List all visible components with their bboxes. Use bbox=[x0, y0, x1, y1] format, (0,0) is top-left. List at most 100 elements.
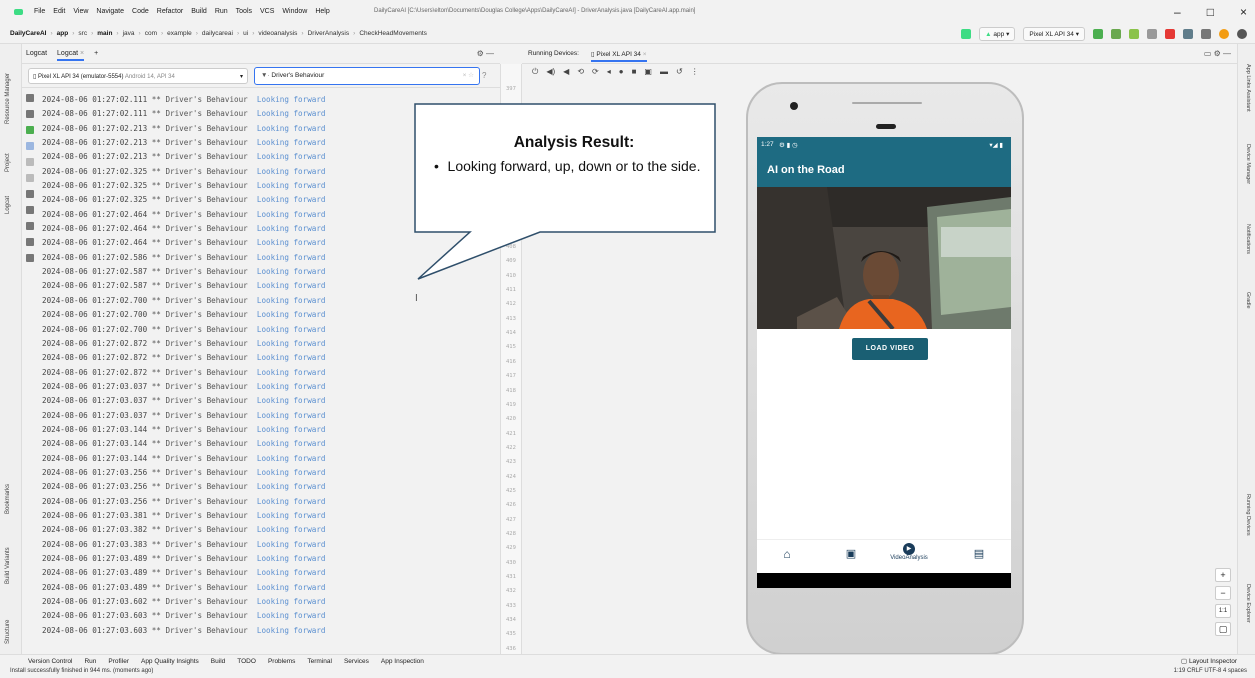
screenshot-icon[interactable] bbox=[26, 238, 34, 246]
nav-video-analysis[interactable]: ▶ VideoAnalysis bbox=[889, 543, 929, 561]
debug-icon[interactable] bbox=[1129, 29, 1139, 39]
breadcrumb-item[interactable]: app bbox=[57, 30, 69, 37]
close-icon[interactable]: × bbox=[1240, 5, 1247, 19]
tool-problems[interactable]: Problems bbox=[268, 658, 295, 665]
notification-icon[interactable] bbox=[1219, 29, 1229, 39]
record-screen-icon[interactable]: ▬ bbox=[660, 67, 668, 77]
rotate-right-icon[interactable]: ⟳ bbox=[592, 67, 599, 77]
menu-item-navigate[interactable]: Navigate bbox=[96, 8, 124, 15]
breadcrumb-item[interactable]: src bbox=[78, 30, 87, 37]
power-icon[interactable]: ⏻ bbox=[532, 67, 538, 77]
format-icon[interactable] bbox=[26, 206, 34, 214]
nav-gallery[interactable]: ▤ bbox=[959, 547, 999, 560]
breadcrumb-item[interactable]: dailycareai bbox=[202, 30, 233, 37]
tool-app-inspection[interactable]: App Inspection bbox=[381, 658, 424, 665]
run-config-select[interactable]: ▲ app ▾ bbox=[979, 27, 1016, 41]
delete-icon[interactable] bbox=[26, 94, 34, 102]
device-select-toolbar[interactable]: Pixel XL API 34 ▾ bbox=[1023, 27, 1085, 41]
record-icon[interactable] bbox=[26, 254, 34, 262]
fit-screen-icon[interactable]: ▢ bbox=[1215, 622, 1231, 636]
snapshot-icon[interactable]: ↺ bbox=[676, 67, 683, 77]
panel-options-icon[interactable]: ▭ ⚙ — bbox=[1204, 49, 1231, 58]
menu-item-refactor[interactable]: Refactor bbox=[157, 8, 183, 15]
device-manager-icon[interactable] bbox=[1183, 29, 1193, 39]
back-icon[interactable]: ◂ bbox=[607, 67, 611, 77]
notifications-tab[interactable]: Notifications bbox=[1245, 224, 1251, 254]
menu-item-vcs[interactable]: VCS bbox=[260, 8, 274, 15]
menu-item-edit[interactable]: Edit bbox=[53, 8, 65, 15]
overview-icon[interactable]: ■ bbox=[632, 67, 637, 77]
breadcrumb-item[interactable]: java bbox=[123, 30, 135, 37]
up-icon[interactable] bbox=[26, 158, 34, 166]
rotate-left-icon[interactable]: ⟲ bbox=[577, 67, 584, 77]
camera-icon[interactable]: ▣ bbox=[644, 67, 652, 77]
tool-version-control[interactable]: Version Control bbox=[28, 658, 72, 665]
tool-todo[interactable]: TODO bbox=[237, 658, 256, 665]
logcat-filter-input[interactable]: ▼· Driver's Behaviour × ☆ bbox=[254, 67, 480, 85]
breadcrumb-item[interactable]: videoanalysis bbox=[258, 30, 297, 37]
layout-inspector-button[interactable]: ▢ Layout Inspector bbox=[1181, 657, 1237, 665]
scroll-to-end-icon[interactable] bbox=[26, 142, 34, 150]
project-tab[interactable]: Project bbox=[5, 153, 11, 172]
resource-manager-tab[interactable]: Resource Manager bbox=[5, 73, 11, 124]
app-links-assistant-tab[interactable]: App Links Assistant bbox=[1245, 64, 1251, 112]
running-devices-side-tab[interactable]: Running Devices bbox=[1245, 494, 1251, 536]
logcat-side-tab[interactable]: Logcat bbox=[5, 196, 11, 214]
clear-filter-icon[interactable]: × ☆ bbox=[463, 71, 474, 79]
breadcrumb-item[interactable]: ui bbox=[243, 30, 248, 37]
breadcrumb-item[interactable]: com bbox=[145, 30, 157, 37]
maximize-icon[interactable]: □ bbox=[1207, 5, 1214, 19]
build-variants-tab[interactable]: Build Variants bbox=[5, 547, 11, 584]
more-icon[interactable]: ⋮ bbox=[691, 67, 699, 77]
menu-item-file[interactable]: File bbox=[34, 8, 45, 15]
profile-icon[interactable] bbox=[1147, 29, 1157, 39]
make-project-icon[interactable] bbox=[961, 29, 972, 39]
menu-item-help[interactable]: Help bbox=[315, 8, 329, 15]
help-icon[interactable]: ? bbox=[482, 71, 486, 80]
search-icon[interactable] bbox=[1201, 29, 1211, 39]
menu-item-window[interactable]: Window bbox=[282, 8, 307, 15]
menu-item-run[interactable]: Run bbox=[215, 8, 228, 15]
logcat-options-icon[interactable]: ⚙ — bbox=[477, 49, 494, 58]
soft-wrap-icon[interactable] bbox=[26, 190, 34, 198]
close-tab-icon[interactable]: × bbox=[80, 50, 84, 57]
settings-icon[interactable] bbox=[1237, 29, 1247, 39]
menu-item-code[interactable]: Code bbox=[132, 8, 149, 15]
nav-video[interactable]: ▣ bbox=[831, 547, 871, 560]
menu-item-build[interactable]: Build bbox=[191, 8, 207, 15]
volume-up-icon[interactable]: ◀) bbox=[546, 67, 555, 77]
down-icon[interactable] bbox=[26, 174, 34, 182]
actual-size-icon[interactable]: 1:1 bbox=[1215, 604, 1231, 618]
restart-icon[interactable] bbox=[26, 126, 34, 134]
logcat-device-select[interactable]: ▯ Pixel XL API 34 (emulator-5554) Androi… bbox=[28, 68, 248, 84]
device-manager-tab[interactable]: Device Manager bbox=[1245, 144, 1251, 184]
load-video-button[interactable]: LOAD VIDEO bbox=[852, 338, 928, 360]
home-button-icon[interactable]: ● bbox=[619, 67, 624, 77]
pause-icon[interactable] bbox=[26, 110, 34, 118]
menu-item-tools[interactable]: Tools bbox=[236, 8, 252, 15]
nav-home[interactable]: ⌂ bbox=[767, 547, 807, 561]
structure-tab[interactable]: Structure bbox=[5, 620, 11, 644]
tool-app-quality-insights[interactable]: App Quality Insights bbox=[141, 658, 199, 665]
zoom-out-icon[interactable]: − bbox=[1215, 586, 1231, 600]
add-tab-icon[interactable]: + bbox=[94, 50, 98, 61]
volume-down-icon[interactable]: ◀ bbox=[563, 67, 569, 77]
stop-icon[interactable] bbox=[1165, 29, 1175, 39]
bookmarks-tab[interactable]: Bookmarks bbox=[5, 484, 11, 514]
run-icon[interactable] bbox=[1093, 29, 1103, 39]
zoom-in-icon[interactable]: + bbox=[1215, 568, 1231, 582]
tab-logcat[interactable]: Logcat × bbox=[57, 50, 85, 61]
tool-build[interactable]: Build bbox=[211, 658, 225, 665]
breadcrumb-item[interactable]: CheckHeadMovements bbox=[359, 30, 427, 37]
split-icon[interactable] bbox=[26, 222, 34, 230]
tool-run[interactable]: Run bbox=[84, 658, 96, 665]
breadcrumb-item[interactable]: main bbox=[97, 30, 112, 37]
device-explorer-tab[interactable]: Device Explorer bbox=[1245, 584, 1251, 623]
apply-changes-icon[interactable] bbox=[1111, 29, 1121, 39]
minimize-icon[interactable]: – bbox=[1174, 5, 1181, 19]
tool-terminal[interactable]: Terminal bbox=[307, 658, 332, 665]
breadcrumb-item[interactable]: DailyCareAI bbox=[10, 30, 47, 37]
close-tab-icon[interactable]: × bbox=[643, 51, 647, 58]
tab-pixel-xl[interactable]: ▯ Pixel XL API 34 × bbox=[590, 50, 647, 62]
tool-services[interactable]: Services bbox=[344, 658, 369, 665]
